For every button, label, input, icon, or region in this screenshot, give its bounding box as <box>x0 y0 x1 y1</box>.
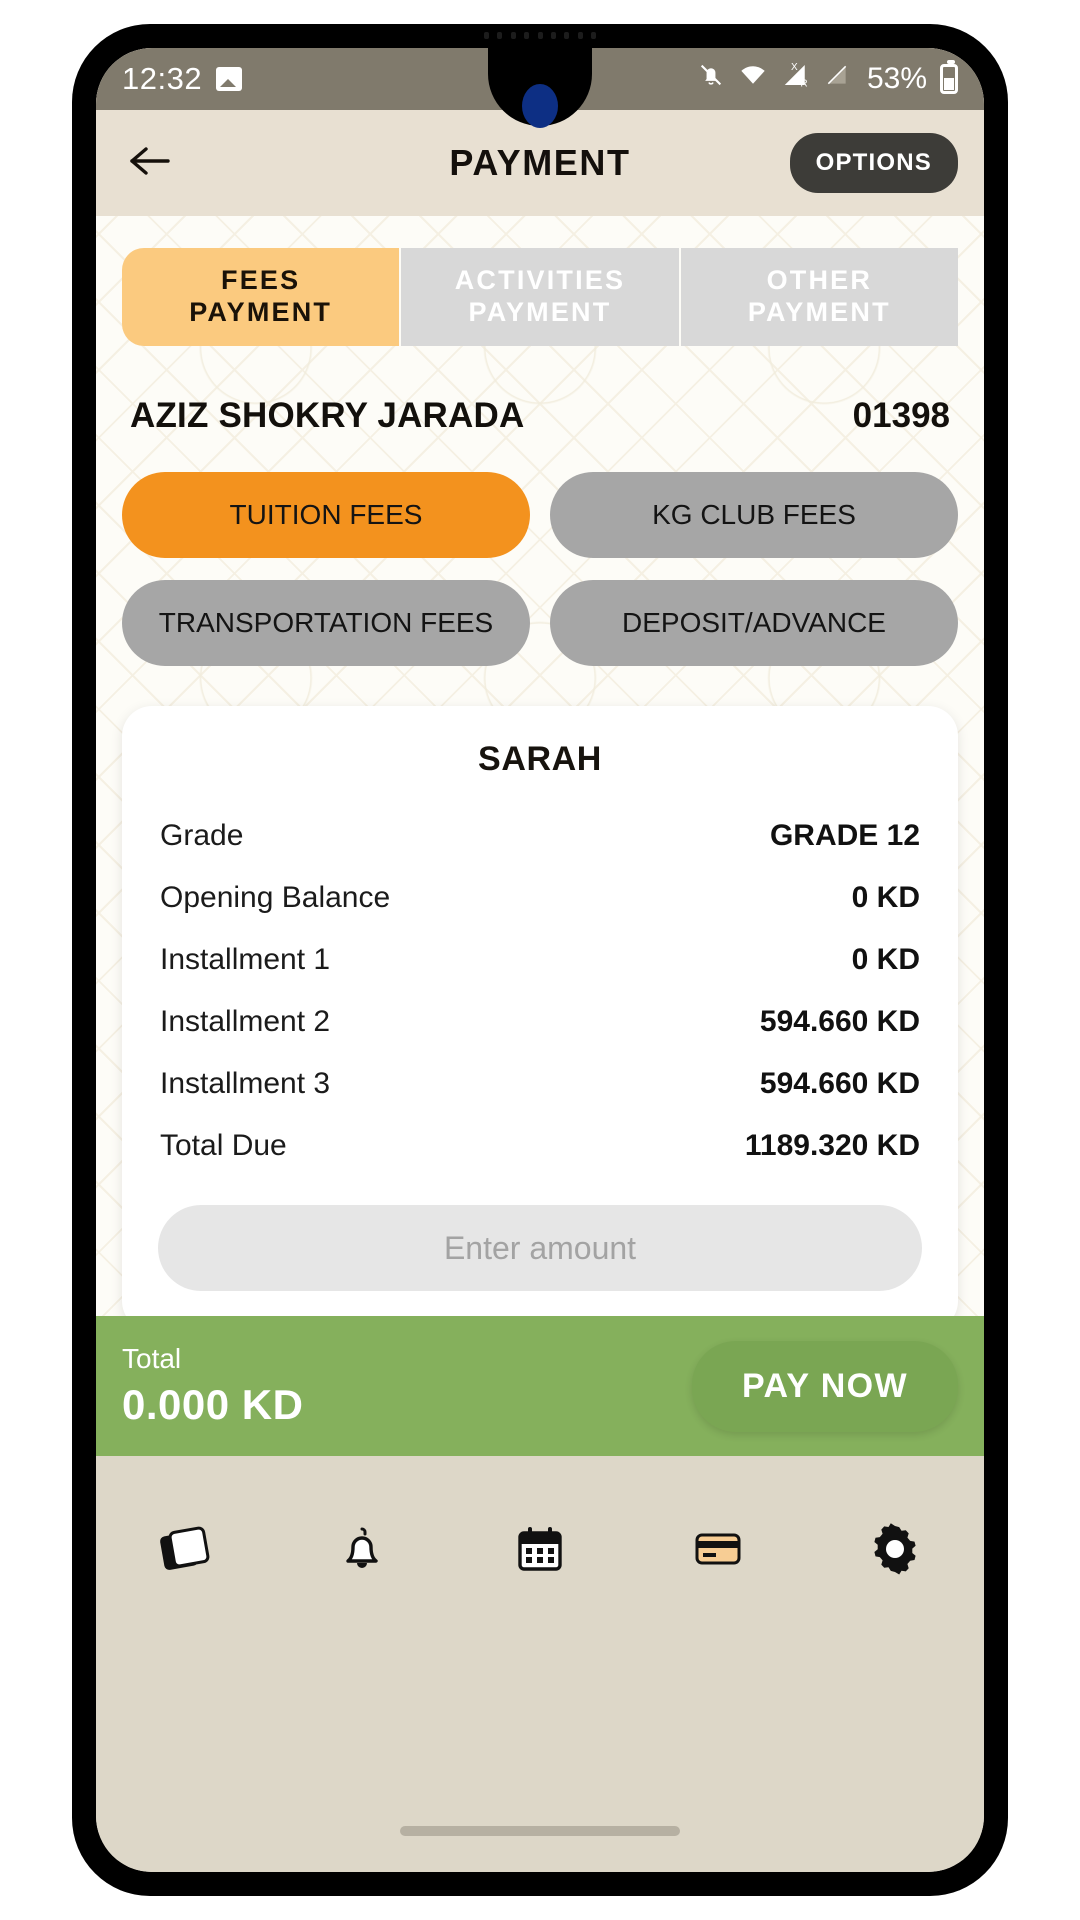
fee-detail-title: SARAH <box>478 740 602 778</box>
payment-type-tabs: FEES PAYMENT ACTIVITIES PAYMENT OTHER PA… <box>122 248 958 346</box>
tab-fees-payment[interactable]: FEES PAYMENT <box>122 248 402 346</box>
tab-activities-payment-line1: ACTIVITIES <box>454 265 626 296</box>
detail-row-grade: Grade GRADE 12 <box>158 805 922 867</box>
nav-item-calendar[interactable] <box>495 1506 585 1596</box>
main-content: FEES PAYMENT ACTIVITIES PAYMENT OTHER PA… <box>96 216 984 1316</box>
detail-row-installment-2-label: Installment 2 <box>160 1005 331 1038</box>
bell-icon <box>334 1521 390 1582</box>
battery-percent-label: 53% <box>866 62 927 95</box>
status-bar-left: 12:32 <box>122 61 243 97</box>
earpiece-speaker <box>484 32 596 39</box>
phone-screen: 12:32 X R 53% PAYMENT OPTIONS FEES PAYME… <box>96 48 984 1872</box>
svg-text:X: X <box>791 62 798 73</box>
detail-row-opening-balance-label: Opening Balance <box>160 881 391 914</box>
tab-fees-payment-line2: PAYMENT <box>189 297 333 327</box>
screenshot-root: 12:32 X R 53% PAYMENT OPTIONS FEES PAYME… <box>0 0 1080 1920</box>
fee-detail-card: SARAH Grade GRADE 12 Opening Balance 0 K… <box>122 706 958 1316</box>
credit-card-icon <box>690 1521 746 1582</box>
total-value: 0.000 KD <box>122 1381 304 1428</box>
total-summary: Total 0.000 KD <box>122 1343 303 1429</box>
cards-icon <box>156 1520 214 1583</box>
detail-row-installment-1-label: Installment 1 <box>160 943 331 976</box>
detail-row-installment-1-value: 0 KD <box>851 943 920 976</box>
notifications-off-icon <box>697 61 725 97</box>
nav-item-notifications[interactable] <box>317 1506 407 1596</box>
battery-icon <box>940 60 958 94</box>
tab-other-payment[interactable]: OTHER PAYMENT <box>680 248 958 346</box>
student-name: AZIZ SHOKRY JARADA <box>130 396 525 435</box>
fee-category-transportation-fees[interactable]: TRANSPORTATION FEES <box>122 580 530 666</box>
tab-other-payment-line2: PAYMENT <box>747 297 891 327</box>
tab-other-payment-line1: OTHER <box>766 265 873 296</box>
front-camera <box>522 84 558 128</box>
svg-text:R: R <box>800 78 807 89</box>
detail-row-installment-3-value: 594.660 KD <box>759 1067 920 1100</box>
detail-row-total-due: Total Due 1189.320 KD <box>158 1115 922 1177</box>
content-inner: FEES PAYMENT ACTIVITIES PAYMENT OTHER PA… <box>96 216 984 1316</box>
detail-row-grade-label: Grade <box>160 819 244 852</box>
detail-row-opening-balance: Opening Balance 0 KD <box>158 867 922 929</box>
fee-category-deposit-advance[interactable]: DEPOSIT/ADVANCE <box>550 580 958 666</box>
wifi-icon <box>738 61 768 97</box>
status-bar-right: X R 53% <box>697 60 958 98</box>
signal-roaming-icon: X R <box>781 60 811 98</box>
detail-row-opening-balance-value: 0 KD <box>851 881 920 914</box>
tab-fees-payment-line1: FEES <box>221 265 301 296</box>
home-indicator[interactable] <box>400 1826 680 1836</box>
detail-row-installment-2: Installment 2 594.660 KD <box>158 991 922 1053</box>
calendar-icon <box>512 1521 568 1582</box>
gear-icon <box>866 1520 924 1583</box>
total-label: Total <box>122 1343 182 1374</box>
tab-activities-payment[interactable]: ACTIVITIES PAYMENT <box>401 248 681 346</box>
total-bar: Total 0.000 KD PAY NOW <box>96 1316 984 1456</box>
student-row: AZIZ SHOKRY JARADA 01398 <box>122 396 958 436</box>
detail-row-installment-3-label: Installment 3 <box>160 1067 331 1100</box>
student-id: 01398 <box>852 396 950 435</box>
tab-activities-payment-line2: PAYMENT <box>468 297 612 327</box>
detail-row-total-due-label: Total Due <box>160 1129 287 1162</box>
nav-item-cards[interactable] <box>140 1506 230 1596</box>
detail-row-total-due-value: 1189.320 KD <box>744 1129 920 1162</box>
signal-empty-icon <box>824 60 850 98</box>
fee-category-tuition-fees[interactable]: TUITION FEES <box>122 472 530 558</box>
phone-frame: 12:32 X R 53% PAYMENT OPTIONS FEES PAYME… <box>72 24 1008 1896</box>
detail-row-installment-1: Installment 1 0 KD <box>158 929 922 991</box>
nav-item-payments[interactable] <box>673 1506 763 1596</box>
fee-category-kg-club-fees[interactable]: KG CLUB FEES <box>550 472 958 558</box>
fee-category-grid: TUITION FEES KG CLUB FEES TRANSPORTATION… <box>122 472 958 666</box>
image-icon <box>216 67 243 91</box>
status-bar-clock: 12:32 <box>122 61 203 96</box>
detail-row-installment-2-value: 594.660 KD <box>759 1005 920 1038</box>
pay-now-button[interactable]: PAY NOW <box>692 1340 958 1432</box>
nav-item-settings[interactable] <box>850 1506 940 1596</box>
bottom-nav-items <box>96 1456 984 1626</box>
options-button[interactable]: OPTIONS <box>789 133 958 193</box>
detail-row-grade-value: GRADE 12 <box>769 819 920 852</box>
bottom-navigation-bar <box>96 1456 984 1872</box>
detail-row-installment-3: Installment 3 594.660 KD <box>158 1053 922 1115</box>
amount-input[interactable]: Enter amount <box>158 1205 922 1291</box>
